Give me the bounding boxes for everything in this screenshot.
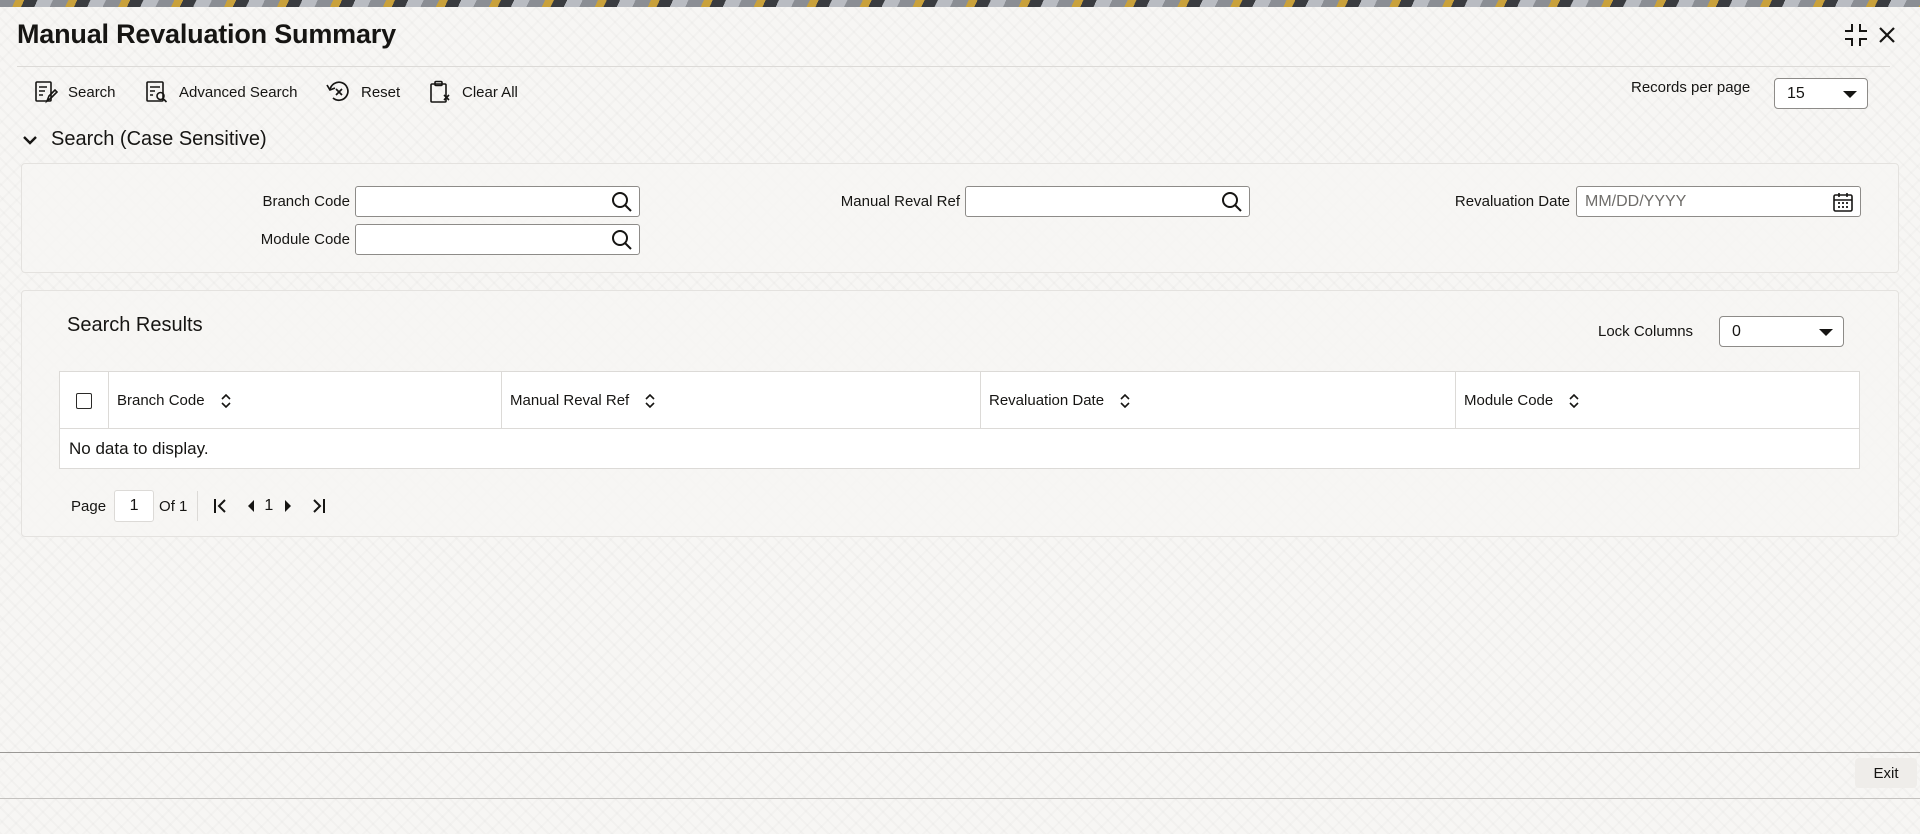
dropdown-caret-icon [1843,91,1857,98]
calendar-icon[interactable] [1832,191,1854,213]
select-all-checkbox[interactable] [76,393,92,409]
first-page-icon [214,499,227,513]
table-header-row: Branch Code Manual Reval Ref Revaluation… [60,372,1859,429]
module-code-label: Module Code [260,231,350,248]
collapse-window-button[interactable] [1843,22,1869,48]
module-code-input[interactable] [356,225,639,254]
records-per-page-value: 15 [1787,84,1805,102]
footer-bottom-divider [0,798,1920,799]
footer-divider [0,752,1920,753]
sort-icon[interactable] [220,393,231,408]
exit-button-label: Exit [1873,764,1899,782]
column-header-module-code[interactable]: Module Code [1455,372,1859,429]
previous-page-button[interactable] [246,499,256,513]
search-section-toggle[interactable]: Search (Case Sensitive) [22,128,267,151]
lock-columns-value: 0 [1732,322,1741,340]
last-page-button[interactable] [309,498,327,514]
advanced-search-button-label: Advanced Search [179,83,298,101]
page-title: Manual Revaluation Summary [17,19,396,49]
last-page-icon [313,499,326,513]
clear-all-button-label: Clear All [462,83,518,101]
search-icon[interactable] [611,229,633,251]
search-results-title: Search Results [67,314,203,336]
pagination-divider [197,491,199,521]
lock-columns-select[interactable]: 0 [1719,316,1844,347]
column-header-revaluation-date[interactable]: Revaluation Date [980,372,1455,429]
column-header-manual-reval-ref[interactable]: Manual Reval Ref [501,372,980,429]
advanced-search-button[interactable]: Advanced Search [145,80,297,104]
reset-button-label: Reset [361,83,401,101]
empty-table-message: No data to display. [69,439,209,458]
manual-reval-ref-input[interactable] [966,187,1249,216]
search-criteria-panel: Branch Code Module Code Manual Reval Ref… [21,163,1899,273]
current-page-value: 1 [129,497,139,514]
branch-code-field [355,186,640,217]
column-header-label: Manual Reval Ref [510,392,630,409]
search-button[interactable]: Search [34,80,116,104]
next-page-icon [285,500,292,512]
sort-icon[interactable] [645,393,655,408]
close-icon [1879,27,1895,43]
collapse-icon [1845,24,1867,46]
reset-button[interactable]: Reset [325,80,400,104]
results-table: Branch Code Manual Reval Ref Revaluation… [59,371,1860,469]
current-page-input[interactable]: 1 [114,490,155,522]
pagination: Page 1 Of 1 1 [71,490,327,522]
manual-reval-ref-field [965,186,1250,217]
search-button-label: Search [68,83,116,101]
search-form-icon [35,81,58,104]
column-header-label: Module Code [1464,392,1554,409]
decorative-banner [0,0,1920,7]
search-section-title: Search (Case Sensitive) [51,128,267,150]
revaluation-date-input[interactable] [1577,187,1860,216]
clear-all-button[interactable]: Clear All [428,80,518,104]
branch-code-input[interactable] [356,187,639,216]
column-header-label: Revaluation Date [989,392,1105,409]
page-number[interactable]: 1 [264,497,273,515]
sort-icon[interactable] [1120,393,1130,408]
clipboard-clear-icon [430,80,450,103]
column-header-branch-code[interactable]: Branch Code [108,372,501,429]
records-per-page-select[interactable]: 15 [1774,78,1868,109]
chevron-down-icon [23,135,37,145]
branch-code-label: Branch Code [262,193,350,210]
exit-button[interactable]: Exit [1855,758,1917,788]
lock-columns-label: Lock Columns [1598,323,1694,340]
advanced-search-icon [146,81,168,103]
search-icon[interactable] [1221,191,1243,213]
next-page-button[interactable] [283,499,293,513]
manual-reval-ref-label: Manual Reval Ref [840,193,960,210]
column-header-label: Branch Code [117,392,205,409]
previous-page-icon [248,500,255,512]
reset-icon [326,81,349,102]
dropdown-caret-icon [1819,329,1833,336]
first-page-button[interactable] [212,498,230,514]
search-icon[interactable] [611,191,633,213]
module-code-field [355,224,640,255]
revaluation-date-field [1576,186,1861,217]
page-of-label: Of 1 [159,497,188,515]
close-window-button[interactable] [1874,22,1900,48]
page-label: Page [71,497,107,515]
records-per-page-label: Records per page [1631,79,1751,96]
sort-icon[interactable] [1569,393,1579,408]
revaluation-date-label: Revaluation Date [1454,193,1570,210]
title-divider [17,66,1890,67]
